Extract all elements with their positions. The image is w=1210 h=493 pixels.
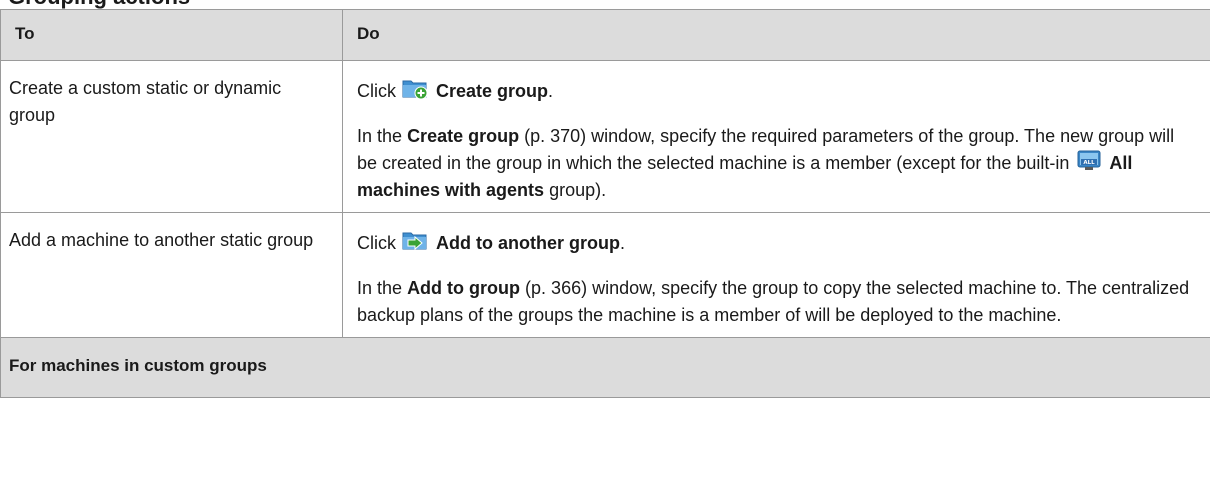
section-row: For machines in custom groups [0, 337, 1210, 398]
row-do-cell: Click Add to another group. In the Add t… [342, 212, 1210, 338]
description-paragraph: In the Add to group (p. 366) window, spe… [357, 275, 1196, 329]
period: . [619, 233, 625, 253]
column-header-to: To [0, 9, 343, 61]
create-group-label: Create group [436, 81, 549, 101]
svg-text:ALL: ALL [1084, 160, 1096, 166]
table-row: Create a custom static or dynamic group … [0, 60, 1210, 213]
description-paragraph: In the Create group (p. 370) window, spe… [357, 123, 1196, 204]
text-span: In the [357, 126, 403, 146]
add-to-group-label: Add to another group [436, 233, 620, 253]
add-to-group-window-name: Add to group [407, 278, 521, 298]
row-to-cell: Add a machine to another static group [0, 212, 343, 338]
row-do-cell: Click Create group. In the Create group … [342, 60, 1210, 213]
text-span: group). [549, 180, 607, 200]
click-prefix: Click [357, 233, 396, 253]
all-machines-icon: ALL [1077, 150, 1101, 172]
row-to-cell: Create a custom static or dynamic group [0, 60, 343, 213]
create-group-folder-icon [402, 76, 428, 100]
add-to-group-folder-icon [402, 228, 428, 252]
actions-table: To Do Create a custom static or dynamic … [0, 9, 1210, 398]
section-label: For machines in custom groups [0, 337, 1210, 398]
click-prefix: Click [357, 81, 396, 101]
click-instruction: Click Create group. [357, 71, 1196, 111]
click-instruction: Click Add to another group. [357, 223, 1196, 263]
column-header-do: Do [342, 9, 1210, 61]
text-span: In the [357, 278, 403, 298]
table-header-row: To Do [0, 9, 1210, 61]
period: . [548, 81, 554, 101]
create-group-window-name: Create group [407, 126, 520, 146]
table-row: Add a machine to another static group Cl… [0, 212, 1210, 338]
